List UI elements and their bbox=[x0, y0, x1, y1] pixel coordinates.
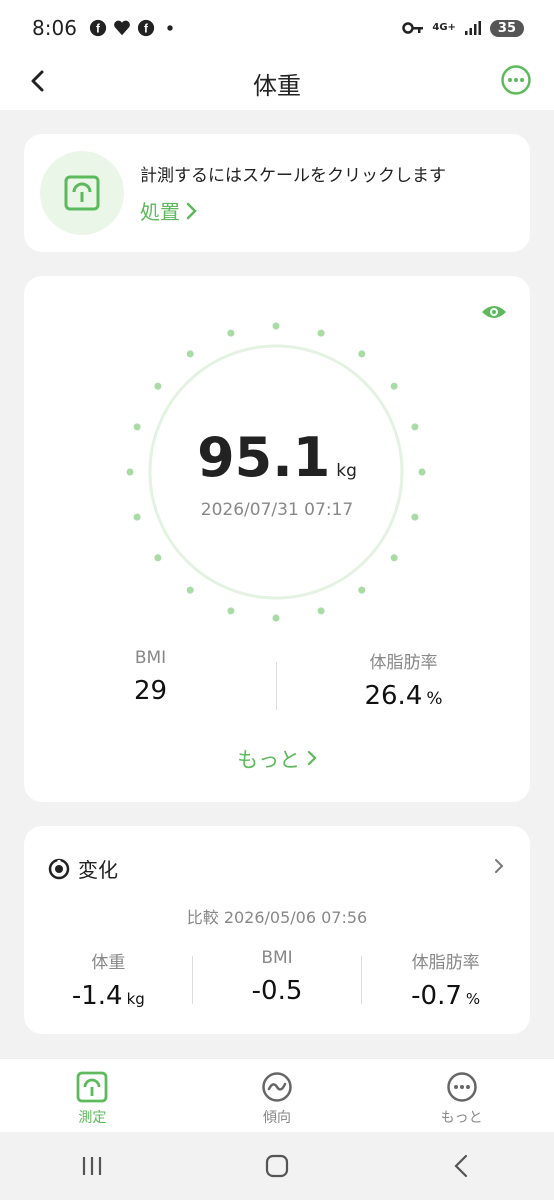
change-card[interactable]: 変化 比較 2026/05/06 07:56 体重 -1.4 kg BMI -0.… bbox=[24, 826, 530, 1034]
app-header: 体重 bbox=[0, 56, 554, 110]
stats-divider bbox=[276, 662, 277, 710]
gauge-dot bbox=[186, 586, 194, 594]
battery-level: 35 bbox=[489, 19, 524, 37]
weight-change-label: 体重 bbox=[91, 953, 126, 973]
change-header: 変化 bbox=[48, 854, 118, 883]
status-bar: 8:06 f f 4G+ 35 bbox=[0, 0, 554, 56]
body-fat-value: 26.4 bbox=[364, 681, 423, 711]
chevron-right-icon bbox=[307, 750, 317, 766]
weight-change-stat: 体重 -1.4 kg bbox=[24, 948, 193, 1011]
facebook-icon: f bbox=[89, 19, 107, 37]
change-title: 変化 bbox=[78, 858, 118, 882]
scale-action-link[interactable]: 処置 bbox=[140, 196, 446, 225]
home-icon[interactable] bbox=[263, 1152, 291, 1180]
more-link-label: もっと bbox=[237, 748, 301, 772]
back-icon[interactable] bbox=[448, 1152, 476, 1180]
gauge-dot bbox=[358, 350, 366, 358]
scale-prompt-message: 計測するにはスケールをクリックします bbox=[140, 166, 446, 186]
gauge-dot bbox=[227, 607, 235, 615]
more-icon bbox=[446, 1072, 477, 1102]
gauge-dot bbox=[390, 382, 398, 390]
measurement-timestamp: 2026/07/31 07:17 bbox=[200, 500, 354, 520]
change-divider bbox=[361, 956, 362, 1004]
key-icon bbox=[402, 22, 424, 34]
more-link[interactable]: もっと bbox=[24, 744, 530, 774]
bmi-label: BMI bbox=[134, 648, 167, 668]
change-divider bbox=[192, 956, 193, 1004]
gauge-dot bbox=[154, 554, 162, 562]
status-time: 8:06 bbox=[32, 16, 77, 40]
compare-date: 比較 2026/05/06 07:56 bbox=[186, 908, 368, 927]
chevron-right-icon bbox=[186, 202, 197, 219]
tab-measure-label: 測定 bbox=[78, 1110, 107, 1126]
dot-icon bbox=[167, 25, 173, 31]
measurement-card: 95.1 kg 2026/07/31 07:17 BMI 29 体脂肪率 26.4… bbox=[24, 276, 530, 802]
bottom-nav: 測定 傾向 もっと bbox=[0, 1058, 554, 1132]
fat-change-label: 体脂肪率 bbox=[411, 953, 480, 973]
eye-icon[interactable] bbox=[480, 302, 508, 322]
more-options-icon[interactable] bbox=[500, 64, 532, 96]
weight-change-unit: kg bbox=[126, 990, 145, 1008]
scale-icon bbox=[64, 175, 100, 211]
facebook-icon: f bbox=[137, 19, 155, 37]
gauge-dot bbox=[390, 554, 398, 562]
change-stats: 体重 -1.4 kg BMI -0.5 体脂肪率 -0.7% bbox=[24, 948, 530, 1011]
bmi-stat: BMI 29 bbox=[24, 648, 277, 712]
bmi-value: 29 bbox=[133, 676, 168, 706]
tab-measure[interactable]: 測定 bbox=[0, 1059, 185, 1132]
fat-change-stat: 体脂肪率 -0.7% bbox=[361, 948, 530, 1011]
scale-prompt-card[interactable]: 計測するにはスケールをクリックします 処置 bbox=[24, 134, 530, 252]
gauge-dot bbox=[272, 322, 280, 330]
tab-more-label: もっと bbox=[440, 1110, 483, 1126]
body-fat-stat: 体脂肪率 26.4% bbox=[277, 648, 530, 712]
back-arrow-icon[interactable] bbox=[22, 64, 56, 98]
tab-more[interactable]: もっと bbox=[369, 1059, 554, 1132]
gauge-dot bbox=[317, 607, 325, 615]
target-icon bbox=[48, 858, 70, 879]
bmi-change-value: -0.5 bbox=[251, 976, 303, 1006]
svg-text:f: f bbox=[96, 23, 100, 36]
measurement-stats: BMI 29 体脂肪率 26.4% bbox=[24, 648, 530, 712]
scale-icon-circle bbox=[40, 151, 124, 235]
svg-text:f: f bbox=[144, 23, 148, 36]
gauge-dot bbox=[227, 329, 235, 337]
gauge-dot bbox=[186, 350, 194, 358]
body-fat-label: 体脂肪率 bbox=[369, 653, 438, 673]
weight-change-value: -1.4 bbox=[71, 981, 123, 1011]
gauge-dot bbox=[317, 329, 325, 337]
body-fat-unit: % bbox=[426, 689, 443, 709]
tab-trend[interactable]: 傾向 bbox=[185, 1059, 370, 1132]
gauge-dot bbox=[272, 614, 280, 622]
bmi-change-label: BMI bbox=[261, 948, 293, 968]
gauge-dot bbox=[154, 382, 162, 390]
tab-trend-label: 傾向 bbox=[263, 1110, 291, 1126]
fat-change-value: -0.7 bbox=[411, 981, 462, 1011]
bmi-change-stat: BMI -0.5 bbox=[193, 948, 362, 1011]
weight-value: 95.1 bbox=[197, 426, 331, 489]
heart-icon bbox=[114, 20, 130, 36]
trend-icon bbox=[262, 1072, 292, 1102]
system-nav-bar bbox=[0, 1132, 554, 1200]
chevron-right-icon[interactable] bbox=[492, 856, 506, 876]
recent-apps-icon[interactable] bbox=[78, 1154, 106, 1178]
page-title: 体重 bbox=[253, 71, 301, 100]
scale-action-label: 処置 bbox=[140, 200, 180, 224]
network-type: 4G+ bbox=[432, 22, 456, 33]
signal-icon bbox=[464, 21, 481, 35]
weight-display: 95.1 kg bbox=[24, 426, 530, 489]
weight-unit: kg bbox=[336, 461, 357, 481]
scale-icon bbox=[76, 1071, 108, 1103]
fat-change-unit: % bbox=[465, 990, 481, 1008]
gauge-dot bbox=[358, 586, 366, 594]
